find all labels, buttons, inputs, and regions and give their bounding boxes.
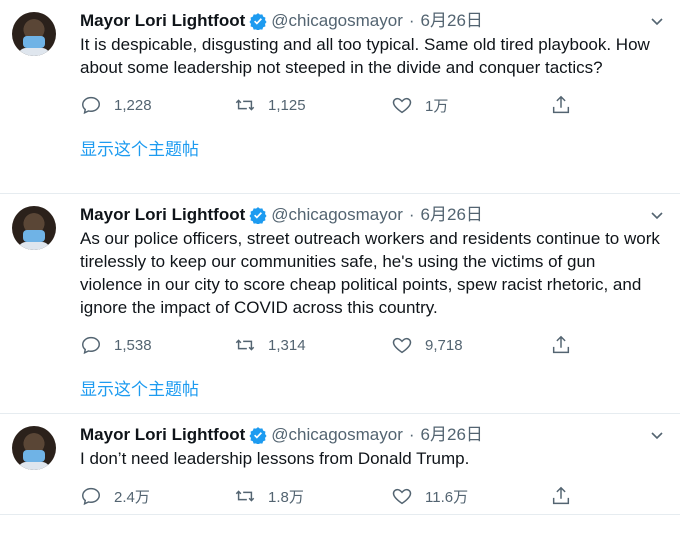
tweet-actions: 1,538 1,314 9,718 bbox=[80, 327, 660, 363]
separator-dot: · bbox=[408, 11, 415, 30]
show-thread-link[interactable]: 显示这个主题帖 bbox=[80, 363, 660, 414]
author-handle[interactable]: @chicagosmayor bbox=[271, 424, 403, 446]
author-handle[interactable]: @chicagosmayor bbox=[271, 204, 403, 226]
tweet-date[interactable]: 6月26日 bbox=[421, 424, 483, 446]
like-count: 11.6万 bbox=[425, 488, 469, 506]
like-icon bbox=[392, 97, 412, 114]
share-icon bbox=[552, 95, 570, 114]
like-count: 9,718 bbox=[425, 336, 463, 354]
separator-dot: · bbox=[408, 425, 415, 444]
retweet-count: 1.8万 bbox=[268, 488, 304, 506]
author-name[interactable]: Mayor Lori Lightfoot bbox=[80, 10, 245, 32]
retweet-button[interactable]: 1,314 bbox=[234, 334, 391, 356]
chevron-down-icon[interactable] bbox=[650, 428, 664, 442]
retweet-button[interactable]: 1,125 bbox=[234, 94, 391, 116]
share-icon bbox=[552, 335, 570, 354]
separator-dot: · bbox=[408, 205, 415, 224]
reply-icon bbox=[82, 96, 100, 115]
retweet-icon bbox=[235, 490, 255, 502]
retweet-icon bbox=[235, 339, 255, 351]
reply-count: 1,228 bbox=[114, 96, 152, 114]
like-icon bbox=[392, 488, 412, 505]
retweet-count: 1,314 bbox=[268, 336, 306, 354]
like-button[interactable]: 1万 bbox=[391, 94, 550, 116]
reply-button[interactable]: 1,228 bbox=[80, 94, 234, 116]
tweet[interactable]: Mayor Lori Lightfoot @chicagosmayor · 6月… bbox=[0, 414, 680, 515]
like-button[interactable]: 11.6万 bbox=[391, 485, 550, 507]
verified-badge-icon bbox=[249, 427, 267, 444]
avatar[interactable] bbox=[12, 206, 56, 250]
tweet-text: As our police officers, street outreach … bbox=[80, 229, 660, 317]
like-button[interactable]: 9,718 bbox=[391, 334, 550, 356]
reply-icon bbox=[82, 336, 100, 355]
tweet-text: I don’t need leadership lessons from Don… bbox=[80, 449, 470, 468]
like-count: 1万 bbox=[425, 97, 449, 115]
share-button[interactable] bbox=[550, 485, 584, 507]
tweet-actions: 2.4万 1.8万 11.6万 bbox=[80, 478, 660, 514]
avatar[interactable] bbox=[12, 426, 56, 470]
share-icon bbox=[552, 486, 570, 505]
author-name[interactable]: Mayor Lori Lightfoot bbox=[80, 204, 245, 226]
retweet-icon bbox=[235, 99, 255, 111]
reply-count: 1,538 bbox=[114, 336, 152, 354]
share-button[interactable] bbox=[550, 334, 584, 356]
reply-count: 2.4万 bbox=[114, 488, 150, 506]
verified-badge-icon bbox=[249, 13, 267, 30]
share-button[interactable] bbox=[550, 94, 584, 116]
avatar[interactable] bbox=[12, 12, 56, 56]
chevron-down-icon[interactable] bbox=[650, 208, 664, 222]
author-name[interactable]: Mayor Lori Lightfoot bbox=[80, 424, 245, 446]
tweet[interactable]: Mayor Lori Lightfoot @chicagosmayor · 6月… bbox=[0, 0, 680, 194]
tweet[interactable]: Mayor Lori Lightfoot @chicagosmayor · 6月… bbox=[0, 194, 680, 414]
reply-button[interactable]: 2.4万 bbox=[80, 485, 234, 507]
tweet-date[interactable]: 6月26日 bbox=[421, 10, 483, 32]
tweet-date[interactable]: 6月26日 bbox=[421, 204, 483, 226]
show-thread-link[interactable]: 显示这个主题帖 bbox=[80, 123, 660, 174]
reply-icon bbox=[82, 487, 100, 506]
retweet-button[interactable]: 1.8万 bbox=[234, 485, 391, 507]
chevron-down-icon[interactable] bbox=[650, 14, 664, 28]
verified-badge-icon bbox=[249, 207, 267, 224]
retweet-count: 1,125 bbox=[268, 96, 306, 114]
like-icon bbox=[392, 337, 412, 354]
tweet-text: It is despicable, disgusting and all too… bbox=[80, 35, 650, 77]
author-handle[interactable]: @chicagosmayor bbox=[271, 10, 403, 32]
tweet-actions: 1,228 1,125 1万 bbox=[80, 87, 660, 123]
reply-button[interactable]: 1,538 bbox=[80, 334, 234, 356]
